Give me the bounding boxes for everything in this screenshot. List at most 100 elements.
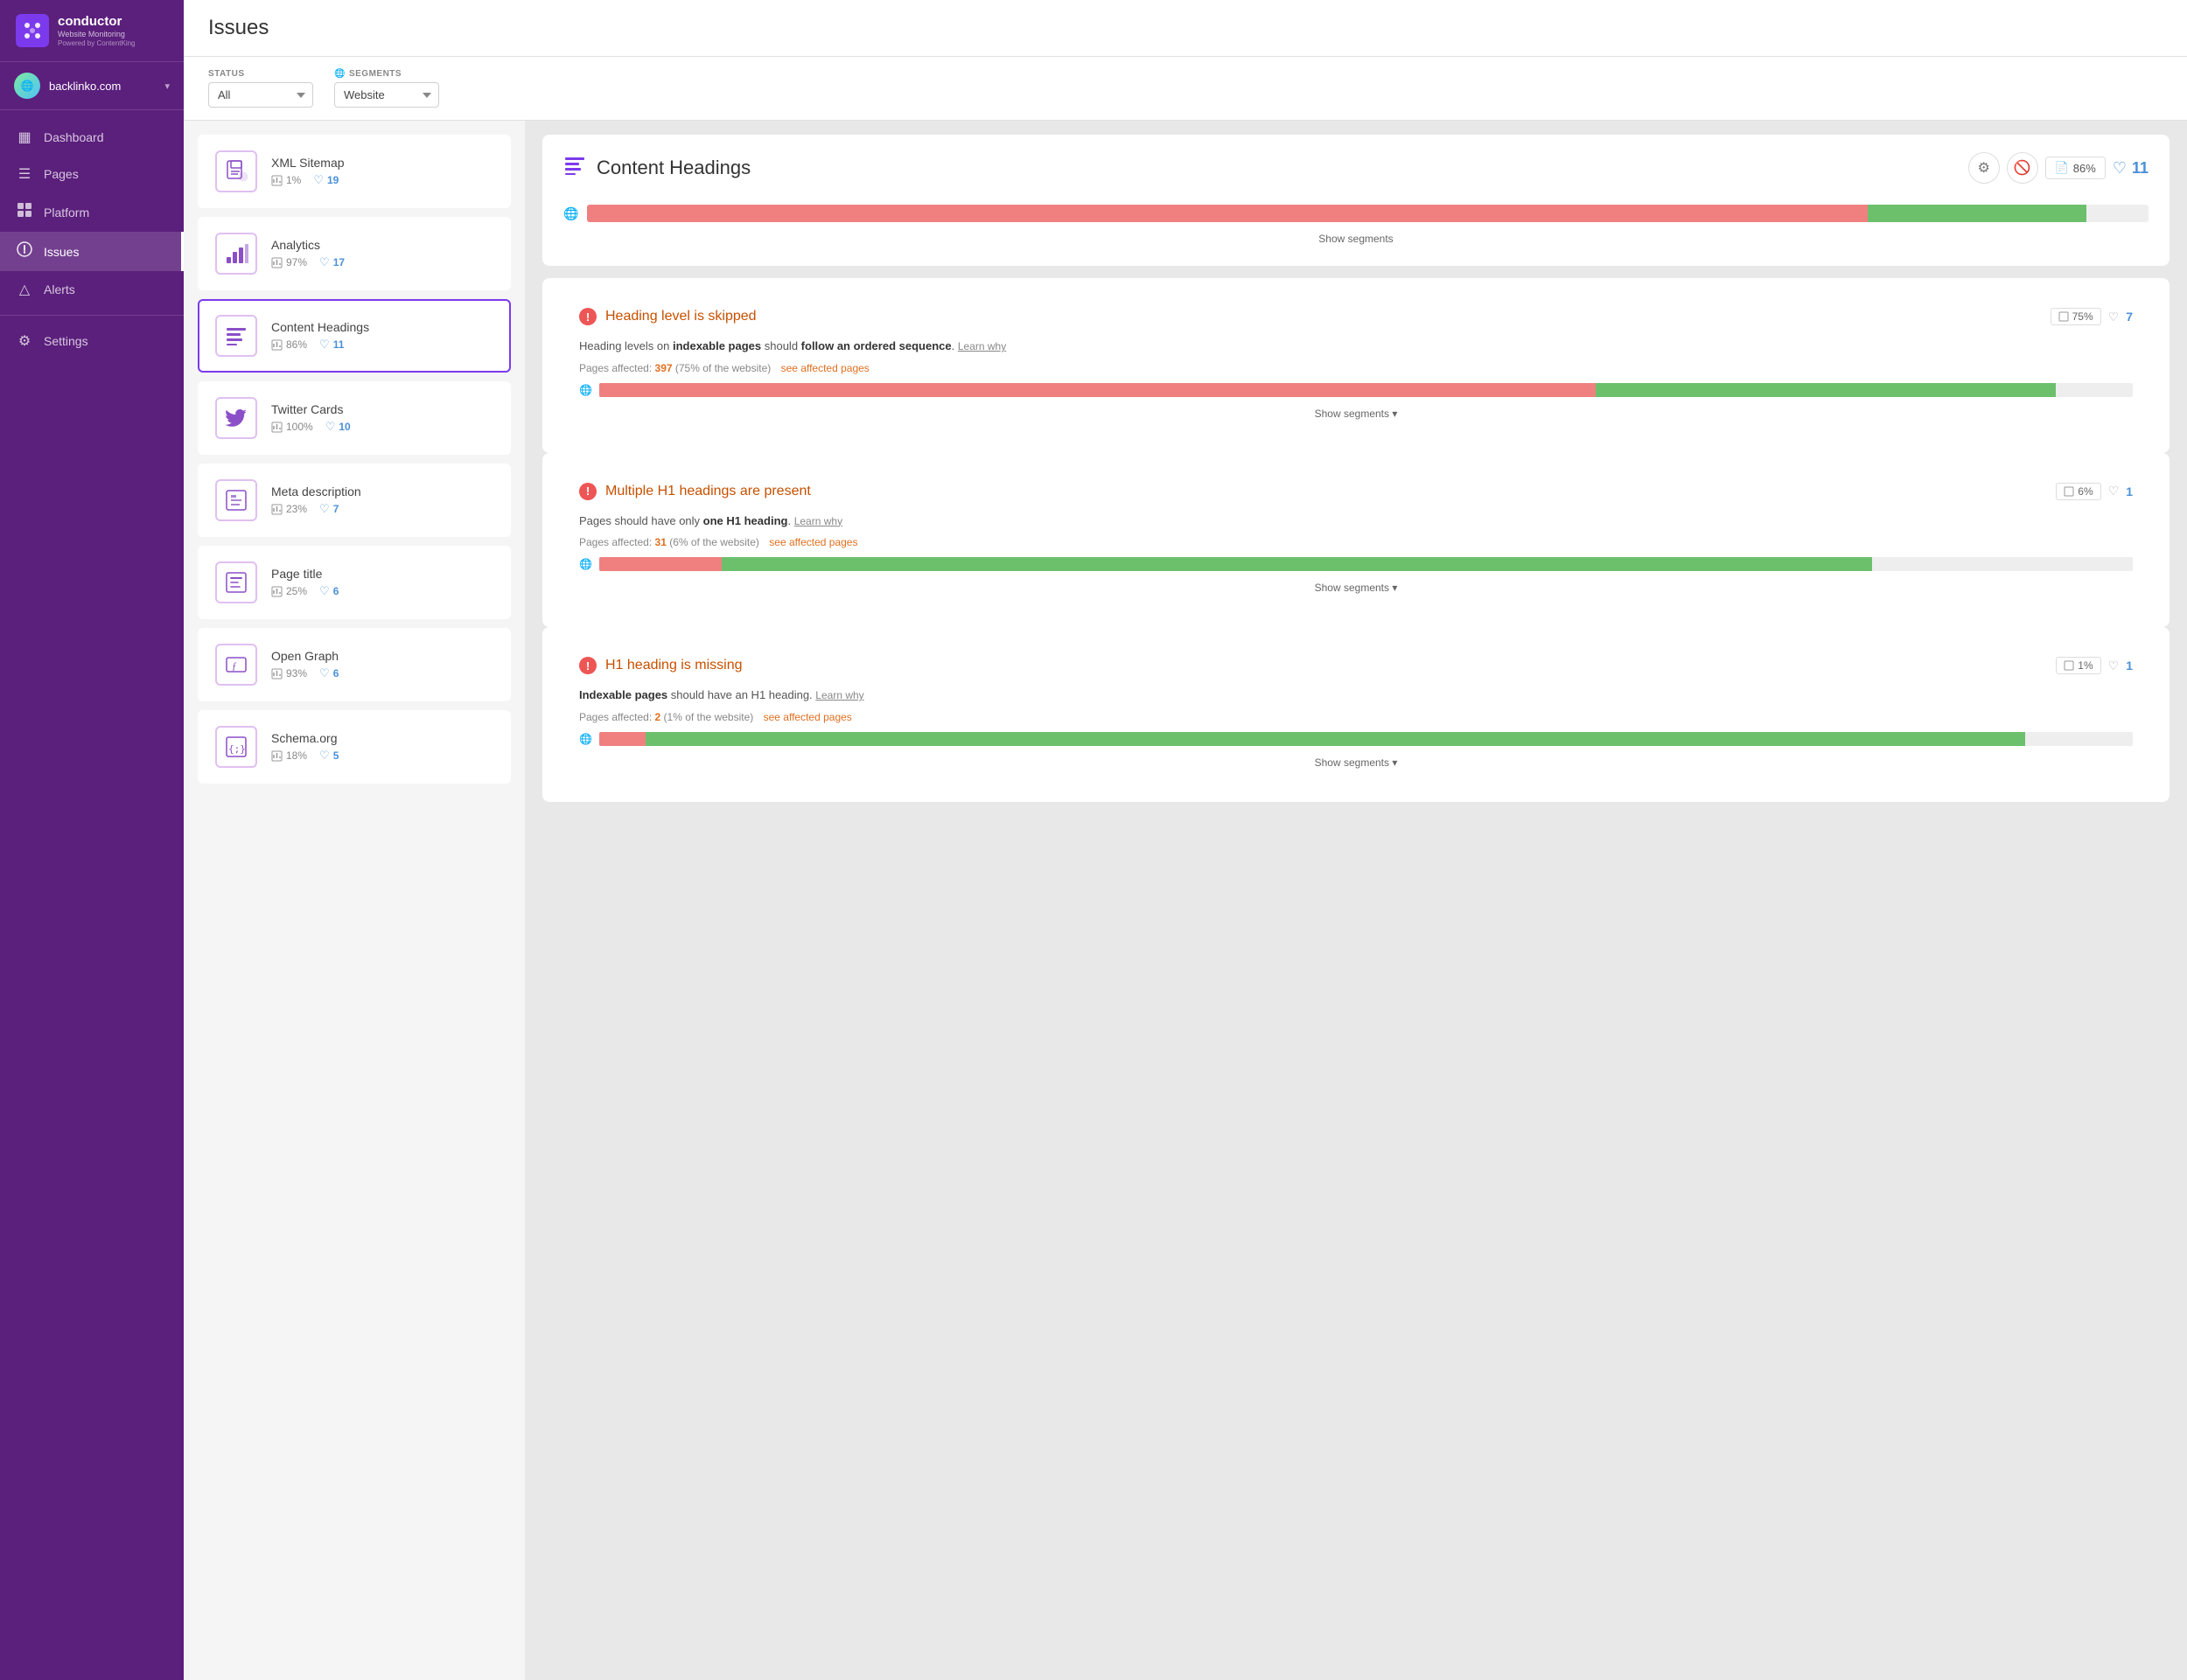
sidebar-item-alerts[interactable]: △ Alerts [0,271,184,308]
show-segments-button[interactable]: Show segments ▾ [1308,753,1405,772]
content-headings-icon [563,154,586,182]
issue-score: 100% [271,421,313,433]
sub-segment-bar: 🌐 [579,732,2133,746]
brand-name: conductor [58,14,136,30]
sub-issues-container: ! Heading level is skipped 75% ♡ 7 Headi… [542,278,2170,802]
detail-header: Content Headings ⚙ 🚫 📄 86% ♡ 11 [563,152,2149,184]
segments-filter: 🌐 SEGMENTS Website Blog Product [334,69,439,108]
issue-card-page-title[interactable]: Page title 25% ♡ 6 [198,546,511,619]
sidebar-item-pages[interactable]: ☰ Pages [0,156,184,192]
issue-score: 93% [271,667,307,680]
issue-card-meta-description[interactable]: Meta description 23% ♡ 7 [198,464,511,537]
logo-text: conductor Website Monitoring Powered by … [58,14,136,47]
see-affected-pages-link[interactable]: see affected pages [781,362,870,374]
sub-issue-h1-missing: ! H1 heading is missing 1% ♡ 1 Indexable… [542,627,2170,802]
settings-button[interactable]: ⚙ [1968,152,2000,184]
score-badge: 📄 86% [2045,157,2106,179]
globe-icon: 🌐 [579,733,592,745]
affected-count: 2 [655,711,661,723]
issue-card-schema-org[interactable]: {;} Schema.org 18% ♡ 5 [198,710,511,784]
sub-issue-header: ! H1 heading is missing 1% ♡ 1 [563,645,2149,687]
segments-label: 🌐 SEGMENTS [334,69,439,79]
sidebar-item-settings[interactable]: ⚙ Settings [0,323,184,359]
detail-title: Content Headings [597,157,751,179]
sidebar-item-issues[interactable]: Issues [0,232,184,271]
issue-name: Meta description [271,484,493,498]
status-select[interactable]: All Active Resolved [208,82,313,108]
sub-issue-body: Heading levels on indexable pages should… [563,338,2149,436]
sub-issue-body: Pages should have only one H1 heading. L… [563,512,2149,610]
bar-green [1868,205,2086,222]
chevron-down-icon: ▾ [164,80,170,92]
sub-heart-count: 1 [2126,659,2133,673]
score-value: 86% [2073,162,2096,175]
segments-select[interactable]: Website Blog Product [334,82,439,108]
bar-red [587,205,1867,222]
status-filter: STATUS All Active Resolved [208,69,313,108]
issue-name: Analytics [271,238,493,252]
issue-score: 97% [271,256,307,268]
sidebar-item-dashboard[interactable]: ▦ Dashboard [0,119,184,156]
issues-icon [16,241,33,261]
bar-red [599,383,1596,397]
show-segments-button[interactable]: Show segments [1311,229,1400,248]
issue-card-content-headings[interactable]: Content Headings 86% ♡ 11 [198,299,511,373]
pages-affected: Pages affected: 31 (6% of the website) s… [579,536,2133,548]
learn-why-link[interactable]: Learn why [815,689,863,701]
account-name: backlinko.com [49,80,121,93]
issue-score: 86% [271,338,307,351]
see-affected-pages-link[interactable]: see affected pages [764,711,852,723]
block-button[interactable]: 🚫 [2007,152,2038,184]
issue-name: Page title [271,567,493,581]
pages-affected: Pages affected: 397 (75% of the website)… [579,362,2133,374]
globe-icon: 🌐 [579,384,592,396]
issue-icon: ƒ [215,644,257,686]
heart-icon: ♡ [2108,484,2120,498]
heart-number: 11 [2132,159,2149,178]
settings-icon: ⚙ [16,332,33,350]
filters-bar: STATUS All Active Resolved 🌐 SEGMENTS We… [184,57,2187,121]
issue-icon [215,479,257,521]
page-header: Issues [184,0,2187,57]
issue-icon [215,561,257,603]
issue-card-open-graph[interactable]: ƒ Open Graph 93% ♡ 6 [198,628,511,701]
sidebar: conductor Website Monitoring Powered by … [0,0,184,1680]
sidebar-item-label: Pages [44,167,79,181]
learn-why-link[interactable]: Learn why [958,340,1006,352]
account-switcher[interactable]: 🌐 backlinko.com ▾ [0,62,184,110]
sub-description: Pages should have only one H1 heading. L… [579,512,2133,530]
sub-description: Heading levels on indexable pages should… [579,338,2133,355]
show-segments-button[interactable]: Show segments ▾ [1308,404,1405,423]
pages-icon: ☰ [16,165,33,183]
issue-card-analytics[interactable]: Analytics 97% ♡ 17 [198,217,511,290]
globe-icon: 🌐 [563,206,578,221]
logo-icon [16,14,49,47]
sub-heart-count: 1 [2126,484,2133,498]
brand-tagline: Website Monitoring [58,30,136,39]
mini-progress-bar [599,732,2133,746]
issue-icon [215,315,257,357]
sub-issue-heading-level-skipped: ! Heading level is skipped 75% ♡ 7 Headi… [542,278,2170,453]
bar-red [599,557,722,571]
sidebar-nav: ▦ Dashboard ☰ Pages Platform [0,110,184,1680]
issues-list: XML Sitemap 1% ♡ 19 Analytics 97% [184,121,525,1680]
heart-icon: ♡ [2108,659,2120,673]
issue-hearts: ♡ 7 [319,502,339,516]
sub-description: Indexable pages should have an H1 headin… [579,687,2133,704]
detail-header-card: Content Headings ⚙ 🚫 📄 86% ♡ 11 [542,135,2170,266]
issue-detail: Content Headings ⚙ 🚫 📄 86% ♡ 11 [525,121,2187,1680]
progress-bar [587,205,2149,222]
issue-card-twitter-cards[interactable]: Twitter Cards 100% ♡ 10 [198,381,511,455]
sub-score-badge: 1% [2056,657,2100,674]
sidebar-item-platform[interactable]: Platform [0,192,184,232]
show-segments-button[interactable]: Show segments ▾ [1308,578,1405,597]
issue-card-xml-sitemap[interactable]: XML Sitemap 1% ♡ 19 [198,135,511,208]
sub-issue-header: ! Heading level is skipped 75% ♡ 7 [563,296,2149,338]
content-area: XML Sitemap 1% ♡ 19 Analytics 97% [184,121,2187,1680]
sidebar-item-label: Settings [44,334,88,348]
see-affected-pages-link[interactable]: see affected pages [769,536,857,548]
bar-green [722,557,1872,571]
sub-score-badge: 75% [2051,308,2101,325]
issue-score: 23% [271,503,307,515]
learn-why-link[interactable]: Learn why [794,515,842,527]
